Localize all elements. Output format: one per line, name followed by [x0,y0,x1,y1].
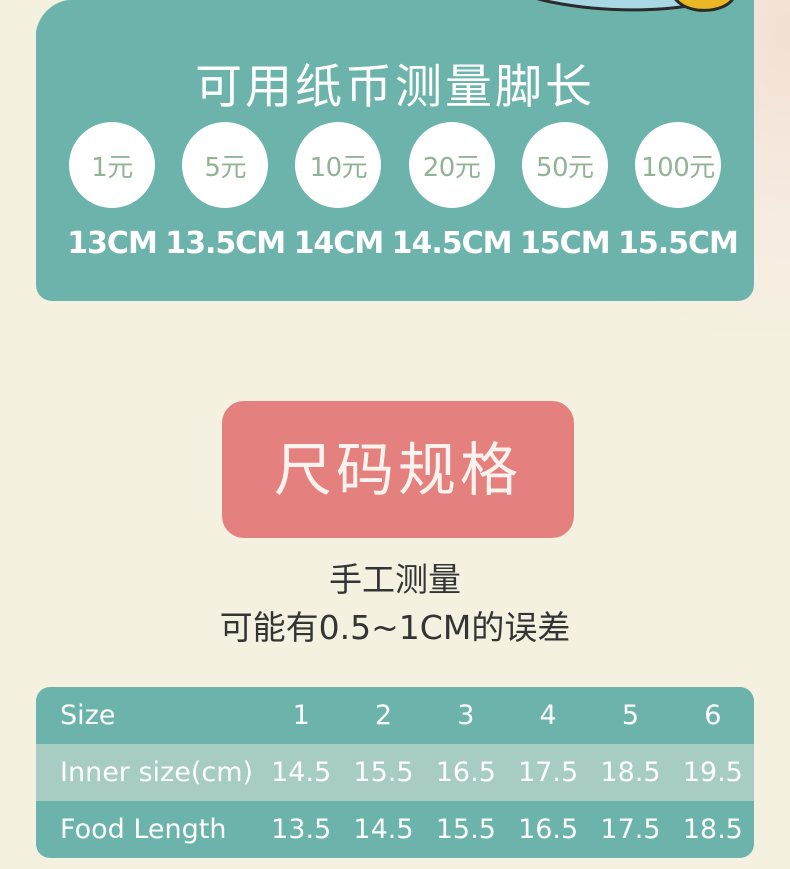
table-cell: 15.5 [353,757,414,788]
table-cell: 2 [374,700,393,731]
banknote-length-label: 14CM [293,226,385,261]
banknote-item: 10元 14CM [286,122,390,261]
banknote-length-label: 15.5CM [618,226,739,261]
table-row: Size 1 2 3 4 5 6 [36,687,754,744]
banknote-list: 1元 13CM 5元 13.5CM 10元 14CM 20元 14.5CM 50… [60,122,739,261]
table-row-values: 1 2 3 4 5 6 [260,700,754,731]
measure-with-banknote-panel: 可用纸币测量脚长 1元 13CM 5元 13.5CM 10元 14CM 20元 … [36,0,754,301]
banknote-denomination-badge: 5元 [182,122,269,208]
table-cell: 6 [704,700,722,731]
table-row-label: Food Length [60,814,227,845]
banknote-denomination-badge: 100元 [634,122,721,208]
table-cell: 16.5 [435,757,496,788]
disclaimer-line-2: 可能有0.5~1CM的误差 [219,607,571,647]
table-cell: 3 [457,700,475,731]
table-row: Food Length 13.5 14.5 15.5 16.5 17.5 18.… [36,801,754,858]
table-cell: 17.5 [600,814,661,845]
table-row-label: Size [60,700,116,731]
table-cell: 17.5 [518,757,579,788]
table-cell: 13.5 [271,814,332,845]
cartoon-shoe-illustration [536,0,734,12]
banknote-item: 5元 13.5CM [165,122,286,261]
banknote-length-label: 15CM [519,226,611,261]
banknote-item: 50元 15CM [513,122,617,261]
banknote-denomination-badge: 1元 [69,122,155,208]
size-spec-banner-label: 尺码规格 [273,435,522,504]
size-chart-table: Size 1 2 3 4 5 6 Inner size(cm) 14.5 15.… [36,687,754,858]
table-cell: 18.5 [682,814,743,845]
banknote-length-label: 13CM [67,226,158,261]
table-cell: 15.5 [435,814,496,845]
panel-title: 可用纸币测量脚长 [195,60,595,116]
banknote-denomination-badge: 20元 [408,122,495,208]
table-cell: 18.5 [600,757,661,788]
table-row-label: Inner size(cm) [60,757,254,788]
banknote-denomination-badge: 50元 [521,122,608,208]
banknote-item: 100元 15.5CM [618,122,739,261]
table-cell: 5 [621,700,640,731]
table-cell: 19.5 [682,757,743,788]
disclaimer-line-1: 手工测量 [329,560,461,599]
table-cell: 1 [292,700,310,731]
table-row: Inner size(cm) 14.5 15.5 16.5 17.5 18.5 … [36,744,754,801]
table-cell: 16.5 [518,814,579,845]
table-row-values: 13.5 14.5 15.5 16.5 17.5 18.5 [260,814,754,845]
size-spec-banner: 尺码规格 [222,401,574,538]
table-cell: 14.5 [271,757,332,788]
table-cell: 14.5 [353,814,414,845]
banknote-item: 1元 13CM [60,122,164,261]
table-row-values: 14.5 15.5 16.5 17.5 18.5 19.5 [260,757,754,788]
banknote-item: 20元 14.5CM [392,122,513,261]
banknote-length-label: 14.5CM [391,226,513,261]
measurement-disclaimer: 手工测量 可能有0.5~1CM的误差 [0,556,790,652]
banknote-length-label: 13.5CM [165,226,286,261]
banknote-denomination-badge: 10元 [295,122,382,208]
table-cell: 4 [539,700,557,731]
